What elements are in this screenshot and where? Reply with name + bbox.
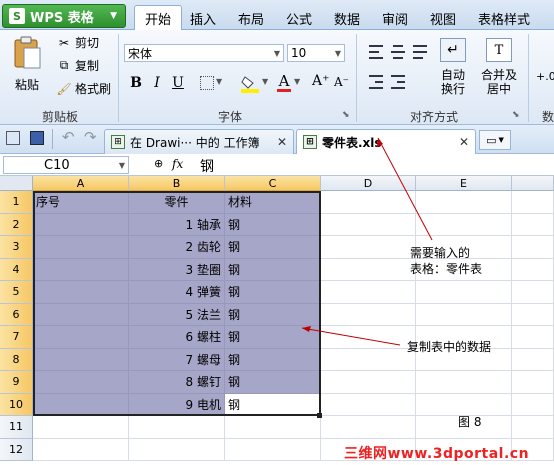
- annotation-input-table: 需要输入的 表格：零件表: [410, 245, 482, 277]
- arrow-to-tab: [377, 137, 433, 241]
- watermark: 三维网www.3dportal.cn: [344, 446, 530, 462]
- figure-label: 图 8: [458, 415, 482, 429]
- arrow-to-selection: [301, 327, 401, 346]
- annotation-line: 需要输入的: [410, 246, 471, 260]
- annotation-copy-data: 复制表中的数据: [407, 340, 492, 354]
- arrowhead: [302, 326, 311, 332]
- annotation-arrows: [301, 137, 433, 346]
- annotation-line: 表格：零件表: [410, 262, 483, 276]
